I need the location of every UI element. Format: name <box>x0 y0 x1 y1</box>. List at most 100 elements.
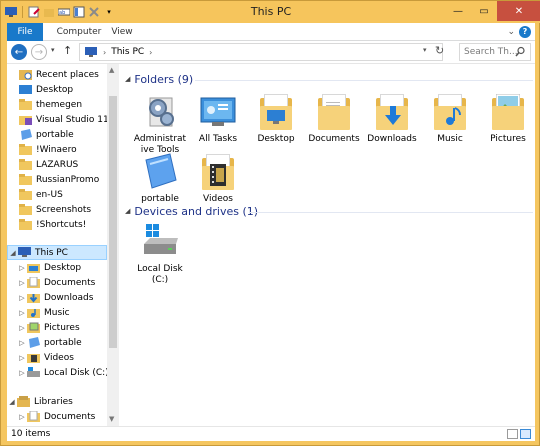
tab-view[interactable]: View <box>107 23 137 41</box>
new-folder-icon[interactable] <box>43 6 55 18</box>
folder-tile[interactable]: Documents <box>305 92 363 145</box>
collapse-icon[interactable]: ◢ <box>7 398 17 406</box>
expand-icon[interactable]: ▷ <box>17 413 27 421</box>
caption-buttons: — ▭ ✕ <box>445 1 540 21</box>
drive-tile[interactable]: Local Disk (C:) <box>131 222 189 286</box>
documents-folder-icon <box>314 92 354 132</box>
view-switcher <box>507 429 531 439</box>
group-divider <box>195 80 533 81</box>
scroll-down-icon[interactable]: ▼ <box>109 415 114 423</box>
rename-icon[interactable]: ab <box>58 6 70 18</box>
search-icon <box>515 46 525 57</box>
toolbar-dropdown-icon[interactable]: ▾ <box>103 6 115 18</box>
nav-item-label: Desktop <box>36 84 74 95</box>
nav-item-en-us[interactable]: en-US <box>7 187 107 202</box>
nav-item-visual-studio[interactable]: Visual Studio 11 <box>7 112 109 127</box>
breadcrumb-separator-icon[interactable]: › <box>103 48 106 57</box>
nav-item-label: Visual Studio 11 <box>36 114 109 125</box>
folder-tile[interactable]: Music <box>421 92 479 145</box>
folder-tile[interactable]: Administrat ive Tools <box>131 92 189 156</box>
folder-tile[interactable]: All Tasks <box>189 92 247 145</box>
expand-icon[interactable]: ▷ <box>17 294 27 302</box>
local-disk-icon <box>140 222 180 262</box>
nav-item-lazarus[interactable]: LAZARUS <box>7 157 107 172</box>
scroll-up-icon[interactable]: ▲ <box>109 66 114 74</box>
maximize-icon[interactable]: ▭ <box>471 1 497 21</box>
folder-tile[interactable]: portable <box>131 152 189 205</box>
item-count: 10 items <box>11 429 51 439</box>
nav-item-label: portable <box>44 337 82 348</box>
expand-icon[interactable]: ▷ <box>17 339 27 347</box>
delete-icon[interactable] <box>88 6 100 18</box>
close-icon[interactable]: ✕ <box>497 1 540 21</box>
folder-tile[interactable]: Videos <box>189 152 247 205</box>
refresh-icon[interactable]: ↻ <box>435 44 444 57</box>
folder-tile[interactable]: Pictures <box>479 92 537 145</box>
folder-tile[interactable]: Downloads <box>363 92 421 145</box>
nav-item-recent-places[interactable]: Recent places <box>7 67 107 82</box>
breadcrumb-separator-icon[interactable]: › <box>149 48 152 57</box>
scrollbar-thumb[interactable] <box>109 96 117 348</box>
videos-icon <box>27 354 40 363</box>
layout-icon[interactable] <box>73 6 85 18</box>
nav-item-label: Desktop <box>44 262 82 273</box>
expand-icon[interactable]: ▷ <box>17 309 27 317</box>
expand-icon[interactable]: ▷ <box>17 264 27 272</box>
tab-computer[interactable]: Computer <box>53 23 105 41</box>
search-input[interactable]: Search Th... <box>459 43 531 61</box>
nav-scrollbar[interactable]: ▲ ▼ <box>107 64 119 427</box>
nav-item-portable[interactable]: portable <box>7 127 107 142</box>
up-button[interactable]: ↑ <box>63 44 72 57</box>
back-button[interactable]: ← <box>11 44 27 60</box>
nav-item-themegen[interactable]: themegen <box>7 97 107 112</box>
folder-icon <box>19 159 32 170</box>
recent-locations-dropdown-icon[interactable]: ▾ <box>51 46 55 54</box>
nav-item-label: Documents <box>44 277 96 288</box>
nav-item-pc-pictures[interactable]: ▷ Pictures <box>7 320 107 335</box>
navigation-pane: Recent places Desktop themegen Visual St… <box>7 64 119 427</box>
nav-item-pc-desktop[interactable]: ▷ Desktop <box>7 260 107 275</box>
nav-item-shortcuts[interactable]: !Shortcuts! <box>7 217 107 232</box>
expand-icon[interactable]: ▷ <box>17 324 27 332</box>
tab-file[interactable]: File <box>7 23 43 41</box>
nav-item-pc-downloads[interactable]: ▷ Downloads <box>7 290 107 305</box>
nav-item-winaero[interactable]: !Winaero <box>7 142 107 157</box>
pc-icon[interactable] <box>5 6 17 18</box>
collapse-icon[interactable]: ◢ <box>8 249 18 257</box>
nav-item-pc-local-disk[interactable]: ▷ Local Disk (C:) <box>7 365 109 380</box>
folder-icon <box>19 219 32 230</box>
large-icons-view-icon[interactable] <box>520 429 531 439</box>
forward-button[interactable]: → <box>31 44 47 60</box>
collapse-icon[interactable]: ◢ <box>125 75 130 83</box>
breadcrumb[interactable]: This PC <box>111 47 144 57</box>
minimize-icon[interactable]: — <box>445 1 471 21</box>
nav-item-label: RussianPromo <box>36 174 100 185</box>
nav-item-libraries[interactable]: ◢ Libraries <box>7 394 107 409</box>
nav-item-desktop[interactable]: Desktop <box>7 82 107 97</box>
nav-item-label: Videos <box>44 352 74 363</box>
nav-item-pc-portable[interactable]: ▷ portable <box>7 335 107 350</box>
expand-icon[interactable]: ▷ <box>17 369 27 377</box>
expand-icon[interactable]: ▷ <box>17 354 27 362</box>
folder-icon <box>19 99 32 110</box>
address-bar[interactable]: › This PC › <box>79 43 443 61</box>
desktop-folder-icon <box>256 92 296 132</box>
nav-item-pc-videos[interactable]: ▷ Videos <box>7 350 107 365</box>
help-icon[interactable]: ? <box>519 26 531 38</box>
folder-icon <box>19 204 32 215</box>
nav-item-pc-music[interactable]: ▷ Music <box>7 305 107 320</box>
folders-group-header[interactable]: ◢ Folders (9) <box>125 72 193 86</box>
collapse-icon[interactable]: ◢ <box>125 207 130 215</box>
expand-ribbon-icon[interactable]: ⌄ <box>507 27 515 37</box>
folder-tile[interactable]: Desktop <box>247 92 305 145</box>
address-dropdown-icon[interactable]: ▾ <box>423 46 427 54</box>
nav-item-screenshots[interactable]: Screenshots <box>7 202 107 217</box>
nav-item-russianpromo[interactable]: RussianPromo <box>7 172 107 187</box>
nav-item-lib-documents[interactable]: ▷ Documents <box>7 409 107 424</box>
nav-item-pc-documents[interactable]: ▷ Documents <box>7 275 107 290</box>
expand-icon[interactable]: ▷ <box>17 279 27 287</box>
nav-item-this-pc[interactable]: ◢ This PC <box>7 245 107 260</box>
details-view-icon[interactable] <box>507 429 518 439</box>
drives-group-header[interactable]: ◢ Devices and drives (1) <box>125 204 258 218</box>
properties-icon[interactable] <box>28 6 40 18</box>
